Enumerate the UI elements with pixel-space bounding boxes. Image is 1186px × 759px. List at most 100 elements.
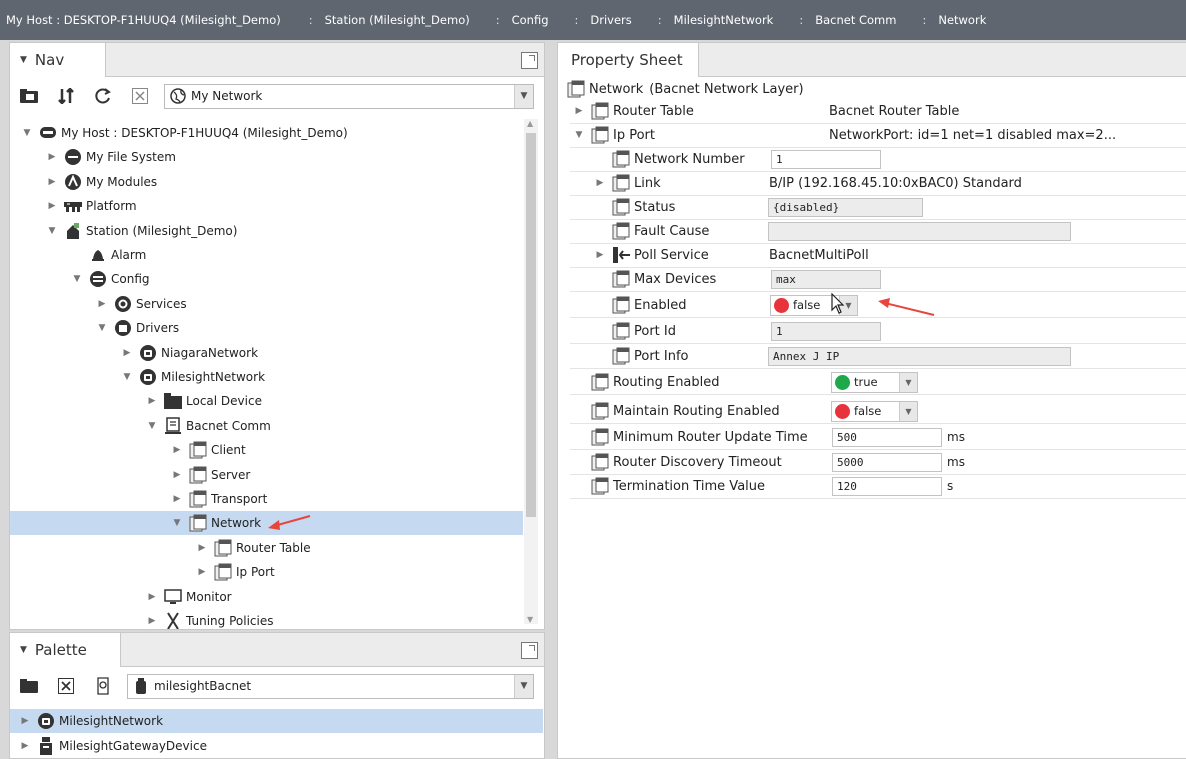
collapsed-caret-icon[interactable]: ▶ xyxy=(145,616,159,626)
breadcrumb-item[interactable]: Network xyxy=(938,13,986,27)
boolean-select[interactable]: true ▼ xyxy=(831,371,918,393)
breadcrumb-item[interactable]: Bacnet Comm xyxy=(815,13,896,27)
expanded-caret-icon[interactable]: ▼ xyxy=(170,518,184,528)
collapsed-caret-icon[interactable]: ▶ xyxy=(120,348,134,358)
refresh-icon[interactable] xyxy=(94,87,112,105)
property-row[interactable]: Termination Time Value 120 s xyxy=(570,475,1186,499)
collapsed-caret-icon[interactable]: ▶ xyxy=(45,201,59,211)
collapsed-caret-icon[interactable]: ▶ xyxy=(18,741,32,751)
open-folder-icon[interactable] xyxy=(20,87,38,105)
tree-item[interactable]: ▶ Monitor xyxy=(10,585,523,609)
breadcrumb-item[interactable]: Drivers xyxy=(590,13,631,27)
property-row[interactable]: Routing Enabled true ▼ xyxy=(570,371,1186,395)
tree-item[interactable]: Alarm xyxy=(10,243,523,267)
close-box-icon[interactable] xyxy=(57,677,75,695)
property-row[interactable]: Max Devices max xyxy=(570,268,1186,292)
nav-tree-scrollbar[interactable]: ▲ ▼ xyxy=(524,119,538,624)
maximize-icon[interactable] xyxy=(521,642,538,659)
property-row[interactable]: Router Discovery Timeout 5000 ms xyxy=(570,451,1186,475)
collapsed-caret-icon[interactable]: ▶ xyxy=(593,250,607,260)
palette-item[interactable]: ▶ MilesightNetwork xyxy=(10,709,543,733)
expanded-caret-icon[interactable]: ▼ xyxy=(70,274,84,284)
collapsed-caret-icon[interactable]: ▶ xyxy=(170,470,184,480)
nav-tab[interactable]: ▼ Nav xyxy=(10,43,106,77)
chevron-down-icon[interactable]: ▼ xyxy=(514,84,533,108)
breadcrumb-item[interactable]: Station (Milesight_Demo) xyxy=(325,13,470,27)
property-row[interactable]: Port Id 1 xyxy=(570,320,1186,344)
find-module-icon[interactable] xyxy=(94,677,112,695)
property-value-field[interactable]: 5000 xyxy=(832,452,942,472)
property-row[interactable]: ▶ Poll Service BacnetMultiPoll xyxy=(570,244,1186,268)
tree-item[interactable]: ▶ Platform xyxy=(10,194,523,218)
tree-item[interactable]: ▶ Transport xyxy=(10,487,523,511)
tree-item[interactable]: ▶ Client xyxy=(10,438,523,462)
breadcrumb-item[interactable]: My Host : DESKTOP-F1HUUQ4 (Milesight_Dem… xyxy=(6,13,281,27)
collapsed-caret-icon[interactable]: ▶ xyxy=(195,567,209,577)
property-row[interactable]: ▼ Ip Port NetworkPort: id=1 net=1 disabled… xyxy=(570,124,1186,148)
collapse-caret-icon[interactable]: ▼ xyxy=(20,55,27,65)
property-value-field[interactable]: 500 xyxy=(832,427,942,447)
nav-root-select[interactable]: My Network ▼ xyxy=(164,83,534,109)
property-row[interactable]: Fault Cause xyxy=(570,220,1186,244)
expanded-caret-icon[interactable]: ▼ xyxy=(95,323,109,333)
collapsed-caret-icon[interactable]: ▶ xyxy=(45,177,59,187)
property-row[interactable]: Maintain Routing Enabled false ▼ xyxy=(570,400,1186,424)
chevron-down-icon[interactable]: ▼ xyxy=(514,674,533,698)
tree-item[interactable]: ▶ Ip Port xyxy=(10,560,523,584)
property-row[interactable]: ▶ Router Table Bacnet Router Table xyxy=(570,100,1186,124)
tree-item[interactable]: ▼ Bacnet Comm xyxy=(10,414,523,438)
collapse-caret-icon[interactable]: ▼ xyxy=(20,645,27,655)
collapsed-caret-icon[interactable]: ▶ xyxy=(145,396,159,406)
maximize-icon[interactable] xyxy=(521,52,538,69)
collapsed-caret-icon[interactable]: ▶ xyxy=(145,592,159,602)
close-box-icon[interactable] xyxy=(131,87,149,105)
palette-item[interactable]: ▶ MilesightGatewayDevice xyxy=(10,734,543,758)
collapsed-caret-icon[interactable]: ▶ xyxy=(195,543,209,553)
open-folder-icon[interactable] xyxy=(20,677,38,695)
expanded-caret-icon[interactable]: ▼ xyxy=(45,226,59,236)
property-row[interactable]: Port Info Annex J IP xyxy=(570,345,1186,369)
collapsed-caret-icon[interactable]: ▶ xyxy=(593,178,607,188)
nav-tree-scroll-thumb[interactable] xyxy=(526,133,536,517)
tree-item[interactable]: ▶ Tuning Policies xyxy=(10,609,523,629)
collapsed-caret-icon[interactable]: ▶ xyxy=(170,494,184,504)
tree-item[interactable]: ▶ Services xyxy=(10,292,523,316)
breadcrumb-item[interactable]: Config xyxy=(512,13,549,27)
tree-item[interactable]: ▼ MilesightNetwork xyxy=(10,365,523,389)
scroll-down-icon[interactable]: ▼ xyxy=(527,615,533,624)
property-row[interactable]: Status {disabled} xyxy=(570,196,1186,220)
property-row[interactable]: Network Number 1 xyxy=(570,148,1186,172)
palette-tab[interactable]: ▼ Palette xyxy=(10,633,121,667)
expanded-caret-icon[interactable]: ▼ xyxy=(20,128,34,138)
sync-arrows-icon[interactable] xyxy=(57,87,75,105)
tree-item[interactable]: ▶ Router Table xyxy=(10,536,523,560)
collapsed-caret-icon[interactable]: ▶ xyxy=(18,716,32,726)
collapsed-caret-icon[interactable]: ▶ xyxy=(45,152,59,162)
collapsed-caret-icon[interactable]: ▶ xyxy=(95,299,109,309)
collapsed-caret-icon[interactable]: ▶ xyxy=(170,445,184,455)
property-value-field[interactable]: 1 xyxy=(771,149,881,169)
tree-item[interactable]: ▶ My File System xyxy=(10,145,523,169)
chevron-down-icon[interactable]: ▼ xyxy=(899,372,917,392)
expanded-caret-icon[interactable]: ▼ xyxy=(145,421,159,431)
scroll-up-icon[interactable]: ▲ xyxy=(527,119,533,128)
tree-item[interactable]: ▼ My Host : DESKTOP-F1HUUQ4 (Milesight_De… xyxy=(10,121,523,145)
property-row[interactable]: Minimum Router Update Time 500 ms xyxy=(570,426,1186,450)
tree-item[interactable]: ▶ My Modules xyxy=(10,170,523,194)
tree-item[interactable]: ▶ Server xyxy=(10,463,523,487)
tree-item[interactable]: ▼ Station (Milesight_Demo) xyxy=(10,219,523,243)
property-value-field[interactable]: 120 xyxy=(832,476,942,496)
collapsed-caret-icon[interactable]: ▶ xyxy=(572,106,586,116)
breadcrumb-item[interactable]: MilesightNetwork xyxy=(674,13,774,27)
tree-item[interactable]: ▼ Drivers xyxy=(10,316,523,340)
tree-item[interactable]: ▶ NiagaraNetwork xyxy=(10,341,523,365)
property-row[interactable]: ▶ Link B/IP (192.168.45.10:0xBAC0) Standar… xyxy=(570,172,1186,196)
property-sheet-tab[interactable]: Property Sheet xyxy=(558,43,699,77)
expanded-caret-icon[interactable]: ▼ xyxy=(572,130,586,140)
chevron-down-icon[interactable]: ▼ xyxy=(899,401,917,421)
palette-module-select[interactable]: milesightBacnet ▼ xyxy=(127,673,534,699)
tree-item[interactable]: ▼ Config xyxy=(10,267,523,291)
expanded-caret-icon[interactable]: ▼ xyxy=(120,372,134,382)
tree-item[interactable]: ▶ Local Device xyxy=(10,389,523,413)
boolean-select[interactable]: false ▼ xyxy=(831,400,918,422)
